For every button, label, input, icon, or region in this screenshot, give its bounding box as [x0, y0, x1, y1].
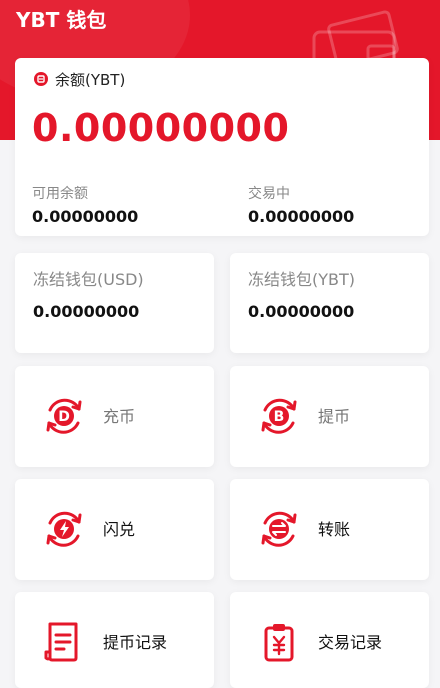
- flash-exchange-label: 闪兑: [103, 520, 136, 539]
- available-balance-label: 可用余额: [32, 186, 88, 202]
- trade-record-label: 交易记录: [318, 633, 383, 652]
- withdraw-icon: B: [261, 398, 297, 434]
- flash-exchange-button[interactable]: 闪兑: [15, 479, 214, 580]
- balance-label: 余额(YBT): [55, 71, 126, 89]
- withdraw-button[interactable]: B 提币: [230, 366, 429, 467]
- withdraw-label: 提币: [318, 407, 351, 426]
- balance-amount: 0.00000000: [32, 106, 290, 150]
- deposit-button[interactable]: D 充币: [15, 366, 214, 467]
- transfer-label: 转账: [318, 520, 351, 539]
- trade-record-button[interactable]: 交易记录: [230, 592, 429, 688]
- withdraw-record-icon: [44, 622, 78, 662]
- balance-card: 余额(YBT) 0.00000000 可用余额 0.00000000 交易中 0…: [15, 58, 429, 236]
- deposit-label: 充币: [103, 407, 136, 426]
- frozen-wallet-value: 0.00000000: [248, 302, 355, 321]
- frozen-wallet-value: 0.00000000: [33, 302, 140, 321]
- frozen-wallet-usd-card[interactable]: 冻结钱包(USD) 0.00000000: [15, 253, 214, 353]
- trading-balance-value: 0.00000000: [248, 207, 355, 226]
- transfer-icon: [261, 511, 297, 547]
- trade-record-icon: [264, 624, 294, 662]
- frozen-wallet-label: 冻结钱包(USD): [33, 270, 144, 289]
- svg-text:D: D: [58, 409, 70, 425]
- page-title: YBT 钱包: [16, 8, 107, 32]
- svg-text:B: B: [274, 409, 285, 425]
- available-balance-value: 0.00000000: [32, 207, 139, 226]
- frozen-wallet-ybt-card[interactable]: 冻结钱包(YBT) 0.00000000: [230, 253, 429, 353]
- frozen-wallet-label: 冻结钱包(YBT): [248, 270, 356, 289]
- deposit-icon: D: [46, 398, 82, 434]
- flash-exchange-icon: [46, 511, 82, 547]
- transfer-button[interactable]: 转账: [230, 479, 429, 580]
- trading-balance-label: 交易中: [248, 186, 290, 202]
- withdraw-record-label: 提币记录: [103, 633, 168, 652]
- coin-icon: [34, 72, 48, 86]
- withdraw-record-button[interactable]: 提币记录: [15, 592, 214, 688]
